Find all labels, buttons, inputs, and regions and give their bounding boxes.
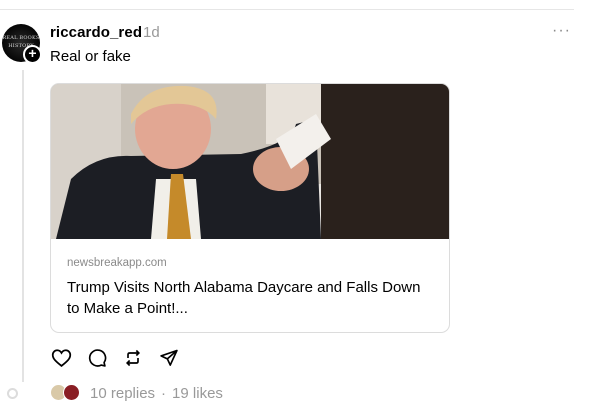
reply-avatar [63, 384, 80, 401]
share-icon [160, 349, 178, 366]
likes-count[interactable]: 19 likes [172, 385, 223, 402]
follow-plus-icon[interactable]: + [23, 45, 42, 64]
heart-icon [51, 349, 71, 367]
replies-count[interactable]: 10 replies [90, 385, 155, 402]
comment-icon [88, 349, 107, 367]
thread-line [22, 70, 24, 382]
like-button[interactable] [50, 347, 72, 369]
action-bar [50, 347, 194, 369]
link-domain: newsbreakapp.com [67, 257, 167, 269]
avatar[interactable]: REAL BOOKS HISTORY + [2, 24, 42, 64]
reply-summary: 10 replies · 19 likes [50, 383, 223, 403]
link-card[interactable]: newsbreakapp.com Trump Visits North Alab… [50, 83, 450, 333]
avatar-text-line-1: REAL BOOKS [2, 35, 40, 41]
more-options-button[interactable]: ··· [552, 22, 571, 40]
repost-icon [125, 349, 141, 367]
share-button[interactable] [158, 347, 180, 369]
thread-end-dot [7, 388, 18, 399]
top-divider [0, 9, 574, 10]
timestamp[interactable]: 1d [143, 24, 160, 41]
stats-separator: · [161, 384, 167, 402]
post-text: Real or fake [50, 48, 131, 65]
reply-avatars [50, 383, 84, 403]
reply-button[interactable] [86, 347, 108, 369]
link-preview-image [51, 84, 449, 239]
repost-button[interactable] [122, 347, 144, 369]
username[interactable]: riccardo_red [50, 24, 142, 41]
link-headline: Trump Visits North Alabama Daycare and F… [67, 279, 421, 317]
